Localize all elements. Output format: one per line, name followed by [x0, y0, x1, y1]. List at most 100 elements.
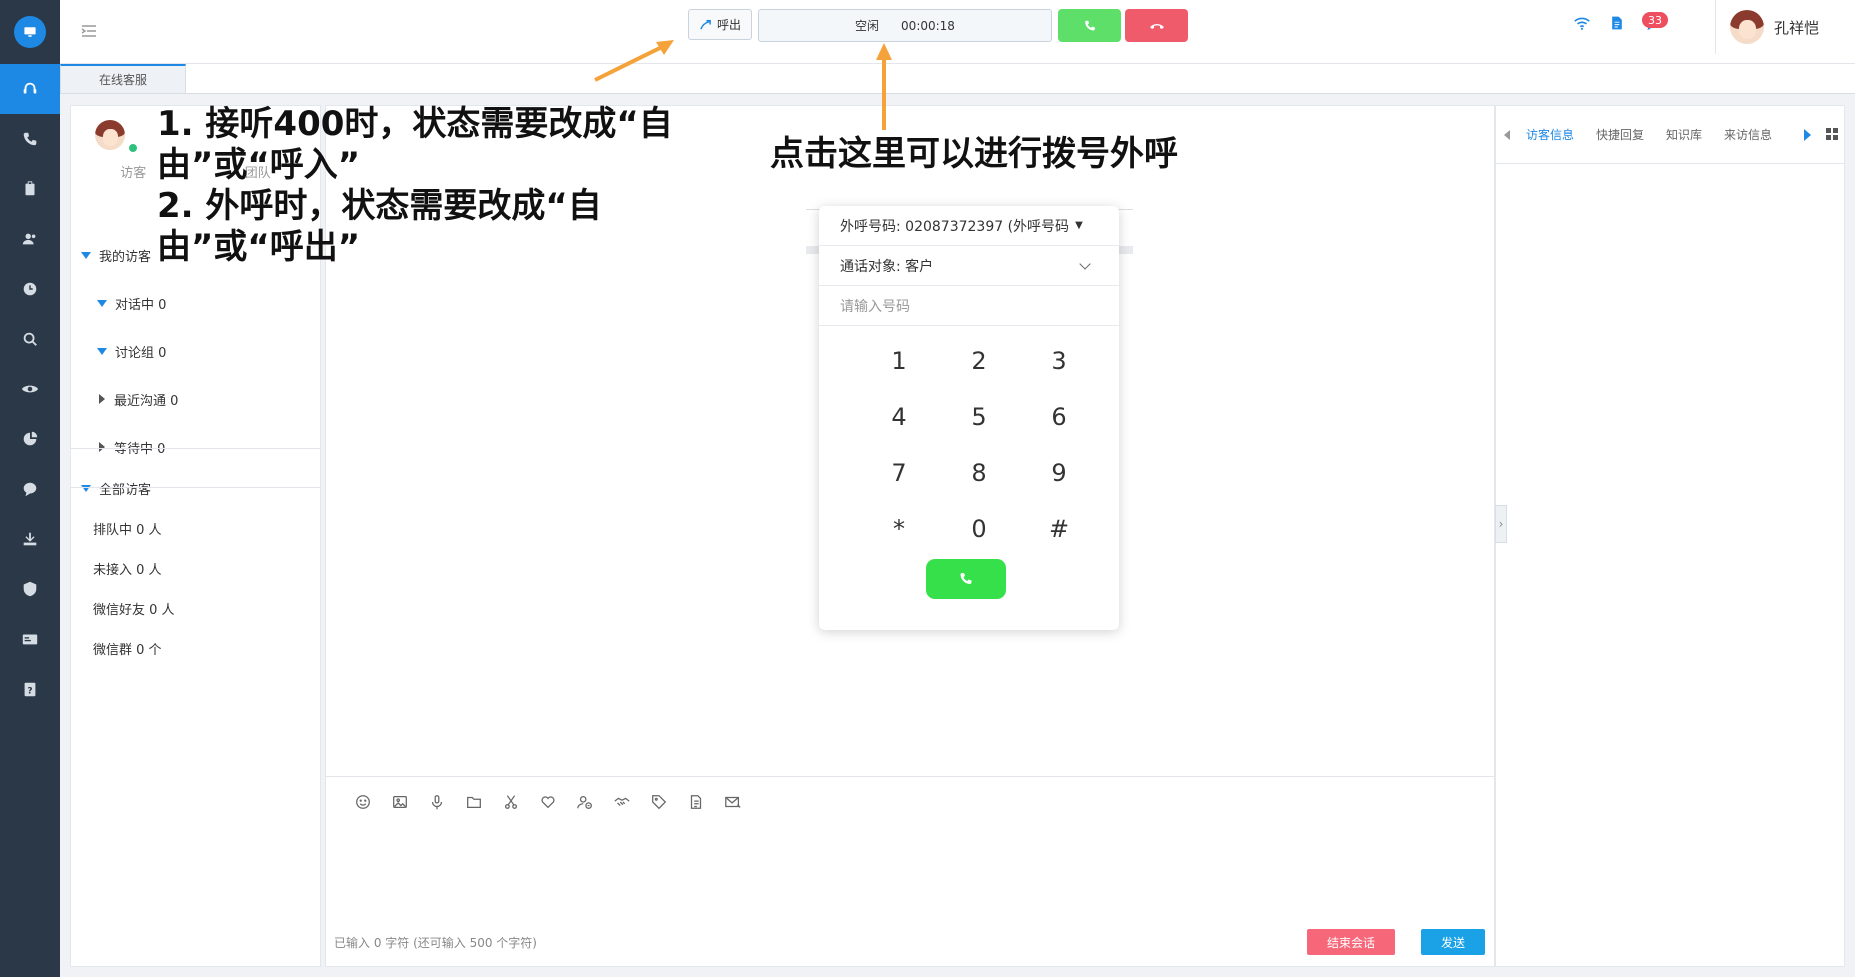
subgroup-waiting[interactable]: 等待中 0	[99, 427, 348, 467]
outbound-number-label: 外呼号码: 02087372397 (外呼号码	[840, 218, 1070, 235]
call-target-select[interactable]: 通话对象: 客户	[819, 246, 1119, 286]
chat-toolbar	[326, 776, 1494, 826]
key-6[interactable]: 6	[1019, 402, 1099, 432]
annotation-line-2: 2. 外呼时，状态需要改成“自由”或“呼出”	[157, 186, 602, 267]
key-hash[interactable]: #	[1019, 514, 1099, 544]
key-7[interactable]: 7	[859, 458, 939, 488]
subgroup-recent[interactable]: 最近沟通 0	[99, 379, 348, 419]
key-3[interactable]: 3	[1019, 346, 1099, 376]
group-label: 我的访客	[99, 249, 152, 265]
number-input[interactable]: 请输入号码	[819, 286, 1119, 326]
divider	[1715, 0, 1716, 54]
number-input-placeholder: 请输入号码	[840, 298, 910, 315]
subgroup-discussion[interactable]: 讨论组 0	[97, 331, 346, 371]
tab-quick-reply[interactable]: 快捷回复	[1596, 126, 1644, 143]
handshake-icon[interactable]	[613, 793, 631, 811]
subgroup-label: 最近沟通 0	[114, 393, 179, 409]
nav-id-card-icon[interactable]	[0, 614, 60, 664]
right-panel: 访客信息 快捷回复 知识库 来访信息	[1495, 105, 1845, 967]
microphone-icon[interactable]	[428, 793, 446, 811]
keypad: 1 2 3 4 5 6 7 8 9 * 0 #	[859, 346, 1099, 544]
call-status-text: 空闲	[855, 19, 880, 33]
menu-toggle-icon[interactable]	[80, 22, 98, 40]
call-status-display[interactable]: 空闲 00:00:18	[758, 9, 1052, 42]
key-star[interactable]: *	[859, 514, 939, 544]
key-8[interactable]: 8	[939, 458, 1019, 488]
document-icon[interactable]	[1609, 14, 1625, 32]
tabs-scroll-left-icon[interactable]	[1504, 130, 1510, 140]
group-all-visitors[interactable]: 全部访客	[81, 468, 330, 508]
scissors-icon[interactable]	[502, 793, 520, 811]
answer-call-button[interactable]	[1058, 9, 1121, 42]
tab-online-service[interactable]: 在线客服	[60, 64, 186, 94]
monitor-icon[interactable]	[14, 16, 46, 48]
subgroup-label: 等待中 0	[114, 441, 166, 457]
heart-icon[interactable]	[539, 793, 557, 811]
send-button[interactable]: 发送	[1421, 929, 1485, 955]
nav-phone-icon[interactable]	[0, 114, 60, 164]
key-0[interactable]: 0	[939, 514, 1019, 544]
phone-outgoing-icon	[700, 20, 711, 30]
caret-down-icon	[81, 251, 91, 259]
call-target-label: 通话对象: 客户	[840, 258, 934, 275]
left-nav: ?	[0, 0, 60, 977]
outbound-call-button[interactable]: 呼出	[688, 9, 752, 40]
nav-download-icon[interactable]	[0, 514, 60, 564]
grid-menu-icon[interactable]	[1826, 128, 1838, 140]
nav-clock-icon[interactable]	[0, 264, 60, 314]
nav-users-icon[interactable]	[0, 214, 60, 264]
dial-call-button[interactable]	[926, 559, 1006, 599]
char-count: 已输入 0 字符 (还可输入 500 个字符)	[334, 936, 537, 950]
nav-search-icon[interactable]	[0, 314, 60, 364]
notification-badge: 33	[1642, 12, 1668, 28]
outbound-call-label: 呼出	[716, 18, 741, 32]
nav-shield-icon[interactable]	[0, 564, 60, 614]
note-icon[interactable]	[687, 793, 705, 811]
agent-avatar	[95, 120, 125, 150]
tab-strip: 在线客服	[60, 64, 1855, 94]
list-item-queued[interactable]: 排队中 0 人	[93, 508, 342, 548]
nav-clipboard-icon[interactable]	[0, 164, 60, 214]
nav-pie-chart-icon[interactable]	[0, 414, 60, 464]
key-9[interactable]: 9	[1019, 458, 1099, 488]
nav-online-service-icon[interactable]	[0, 64, 60, 114]
hang-up-icon	[1149, 23, 1164, 29]
nav-eye-icon[interactable]	[0, 364, 60, 414]
caret-down-icon	[97, 347, 107, 355]
end-conversation-button[interactable]: 结束会话	[1307, 929, 1395, 955]
tabs-scroll-right-icon[interactable]	[1804, 129, 1811, 141]
annotation-status-instructions: 1. 接听400时，状态需要改成“自由”或“呼入” 2. 外呼时，状态需要改成“…	[157, 104, 697, 268]
call-timer: 00:00:18	[901, 18, 955, 33]
tag-icon[interactable]	[650, 793, 668, 811]
mail-icon[interactable]	[724, 793, 742, 811]
top-bar: 呼出 空闲 00:00:18 33 孔祥恺	[60, 0, 1855, 64]
list-item-wechat-friends[interactable]: 微信好友 0 人	[93, 588, 342, 628]
panel-collapse-handle[interactable]: ›	[1495, 505, 1507, 543]
tab-knowledge-base[interactable]: 知识库	[1666, 126, 1702, 143]
caret-down-icon	[97, 299, 107, 307]
key-1[interactable]: 1	[859, 346, 939, 376]
caret-right-icon	[99, 394, 105, 404]
subgroup-label: 对话中 0	[115, 297, 167, 313]
outbound-number-select[interactable]: 外呼号码: 02087372397 (外呼号码 ▼	[819, 206, 1119, 246]
image-icon[interactable]	[391, 793, 409, 811]
chevron-down-icon	[1079, 258, 1091, 270]
list-item-not-connected[interactable]: 未接入 0 人	[93, 548, 342, 588]
subgroup-in-conversation[interactable]: 对话中 0	[97, 283, 346, 323]
nav-help-icon[interactable]: ?	[0, 664, 60, 714]
key-5[interactable]: 5	[939, 402, 1019, 432]
key-2[interactable]: 2	[939, 346, 1019, 376]
divider	[71, 487, 320, 488]
tab-visitor-info[interactable]: 访客信息	[1526, 126, 1574, 143]
nav-chat-icon[interactable]	[0, 464, 60, 514]
user-menu[interactable]: 孔祥恺	[1730, 10, 1819, 44]
avatar	[1730, 10, 1764, 44]
user-transfer-icon[interactable]	[576, 793, 594, 811]
key-4[interactable]: 4	[859, 402, 939, 432]
tab-visit-info[interactable]: 来访信息	[1724, 126, 1772, 143]
list-item-wechat-groups[interactable]: 微信群 0 个	[93, 628, 342, 668]
folder-icon[interactable]	[465, 793, 483, 811]
hang-up-button[interactable]	[1125, 9, 1188, 42]
emoji-icon[interactable]	[354, 793, 372, 811]
subgroup-label: 讨论组 0	[115, 345, 167, 361]
